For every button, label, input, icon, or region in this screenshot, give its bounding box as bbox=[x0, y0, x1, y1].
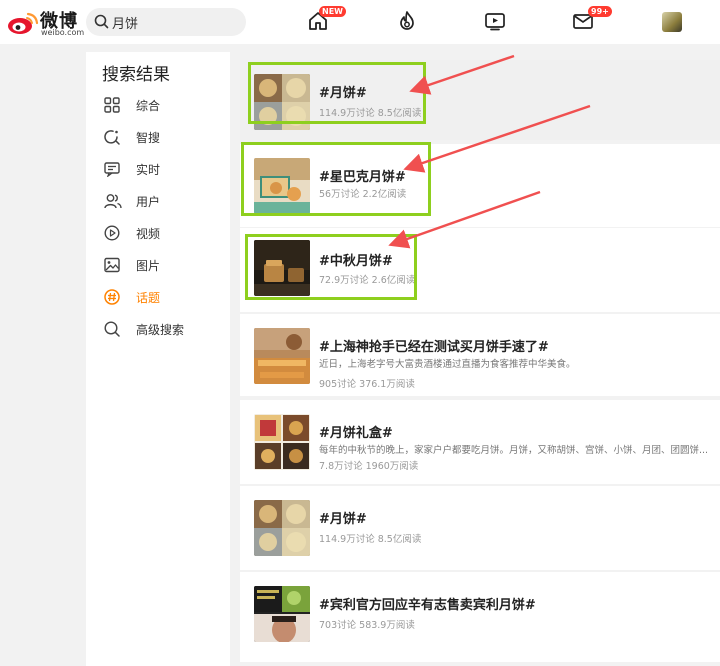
user-avatar[interactable] bbox=[662, 12, 682, 32]
topic-card[interactable]: #上海神抢手已经在测试买月饼手速了# 近日，上海老字号大富贵酒楼通过直播为食客推… bbox=[240, 314, 720, 396]
topic-title[interactable]: #宾利官方回应辛有志售卖宾利月饼# bbox=[319, 594, 536, 613]
sidebar-item-comprehensive[interactable]: 综合 bbox=[102, 93, 222, 117]
topic-title[interactable]: #星巴克月饼# bbox=[319, 166, 406, 185]
hashtag-icon bbox=[104, 289, 120, 305]
topic-title[interactable]: #月饼礼盒# bbox=[319, 422, 393, 441]
topic-card[interactable]: #宾利官方回应辛有志售卖宾利月饼# 703讨论 583.9万阅读 bbox=[240, 572, 720, 662]
search-icon bbox=[104, 321, 120, 337]
sidebar-item-topics[interactable]: 话题 bbox=[102, 285, 222, 309]
topic-thumbnail bbox=[254, 328, 310, 384]
topic-stats: 72.9万讨论 2.6亿阅读 bbox=[319, 275, 416, 286]
new-badge: NEW bbox=[319, 6, 346, 17]
sidebar-title: 搜索结果 bbox=[102, 65, 170, 85]
topic-card[interactable]: #月饼# 114.9万讨论 8.5亿阅读 bbox=[240, 60, 720, 140]
topic-stats: 703讨论 583.9万阅读 bbox=[319, 620, 415, 631]
search-sidebar: 搜索结果 综合 智搜 实时 用户 视频 图片 话题 高级搜索 bbox=[86, 52, 230, 666]
topic-card[interactable]: #月饼# 114.9万讨论 8.5亿阅读 bbox=[240, 486, 720, 570]
sidebar-item-label: 视频 bbox=[136, 227, 161, 241]
smart-search-icon bbox=[104, 130, 120, 145]
topic-title[interactable]: #月饼# bbox=[319, 82, 367, 101]
topic-thumbnail bbox=[254, 158, 310, 214]
topic-description: 近日，上海老字号大富贵酒楼通过直播为食客推荐中华美食。 bbox=[319, 359, 576, 370]
sidebar-item-label: 智搜 bbox=[136, 131, 161, 145]
search-box[interactable] bbox=[86, 8, 246, 36]
nav-home[interactable]: NEW bbox=[307, 6, 346, 34]
image-icon bbox=[104, 257, 120, 273]
topic-description: 每年的中秋节的晚上，家家户户都要吃月饼。月饼，又称胡饼、宫饼、小饼、月团、团圆饼… bbox=[319, 445, 709, 456]
sidebar-item-advanced-search[interactable]: 高级搜索 bbox=[102, 317, 222, 341]
sidebar-item-label: 图片 bbox=[136, 259, 161, 273]
topic-stats: 56万讨论 2.2亿阅读 bbox=[319, 189, 407, 200]
message-count-badge: 99+ bbox=[588, 6, 612, 17]
topic-stats: 114.9万讨论 8.5亿阅读 bbox=[319, 108, 422, 119]
topic-stats: 114.9万讨论 8.5亿阅读 bbox=[319, 534, 422, 545]
nav-hot[interactable] bbox=[396, 10, 420, 34]
topic-title[interactable]: #中秋月饼# bbox=[319, 250, 393, 269]
nav-video[interactable] bbox=[484, 10, 508, 34]
video-play-icon bbox=[104, 225, 120, 241]
topic-results-list: #月饼# 114.9万讨论 8.5亿阅读 #星巴克月饼# 56万讨论 2.2亿阅… bbox=[240, 52, 720, 666]
video-icon bbox=[485, 13, 505, 31]
topic-thumbnail bbox=[254, 586, 310, 642]
users-icon bbox=[104, 194, 122, 209]
sidebar-item-label: 实时 bbox=[136, 163, 161, 177]
grid-icon bbox=[104, 97, 120, 113]
sidebar-item-label: 用户 bbox=[136, 195, 161, 209]
sidebar-item-smart-search[interactable]: 智搜 bbox=[102, 125, 222, 149]
topic-thumbnail bbox=[254, 74, 310, 130]
topic-stats: 905讨论 376.1万阅读 bbox=[319, 379, 415, 390]
sidebar-item-images[interactable]: 图片 bbox=[102, 253, 222, 277]
sidebar-item-video[interactable]: 视频 bbox=[102, 221, 222, 245]
topic-thumbnail bbox=[254, 414, 310, 470]
topic-card[interactable]: #中秋月饼# 72.9万讨论 2.6亿阅读 bbox=[240, 228, 720, 312]
search-input[interactable] bbox=[112, 13, 237, 31]
sidebar-item-label: 话题 bbox=[136, 291, 161, 305]
topic-stats: 7.8万讨论 1960万阅读 bbox=[319, 461, 419, 472]
weibo-logo-icon bbox=[8, 12, 39, 34]
topic-thumbnail bbox=[254, 500, 310, 556]
topic-title[interactable]: #月饼# bbox=[319, 508, 367, 527]
nav-messages[interactable]: 99+ bbox=[572, 6, 612, 34]
flame-icon bbox=[400, 11, 414, 30]
topic-card[interactable]: #月饼礼盒# 每年的中秋节的晚上，家家户户都要吃月饼。月饼，又称胡饼、宫饼、小饼… bbox=[240, 400, 720, 484]
sidebar-item-users[interactable]: 用户 bbox=[102, 189, 222, 213]
search-icon bbox=[94, 14, 109, 29]
sidebar-item-realtime[interactable]: 实时 bbox=[102, 157, 222, 181]
logo-domain: weibo.com bbox=[41, 28, 85, 37]
realtime-icon bbox=[104, 162, 120, 177]
topic-card[interactable]: #星巴克月饼# 56万讨论 2.2亿阅读 bbox=[240, 144, 720, 227]
weibo-logo[interactable]: 微博 weibo.com bbox=[6, 6, 84, 38]
topic-title[interactable]: #上海神抢手已经在测试买月饼手速了# bbox=[319, 336, 549, 355]
topic-thumbnail bbox=[254, 240, 310, 296]
sidebar-item-label: 综合 bbox=[136, 99, 161, 113]
top-header: 微博 weibo.com NEW 99+ bbox=[0, 0, 720, 44]
sidebar-item-label: 高级搜索 bbox=[136, 323, 185, 337]
